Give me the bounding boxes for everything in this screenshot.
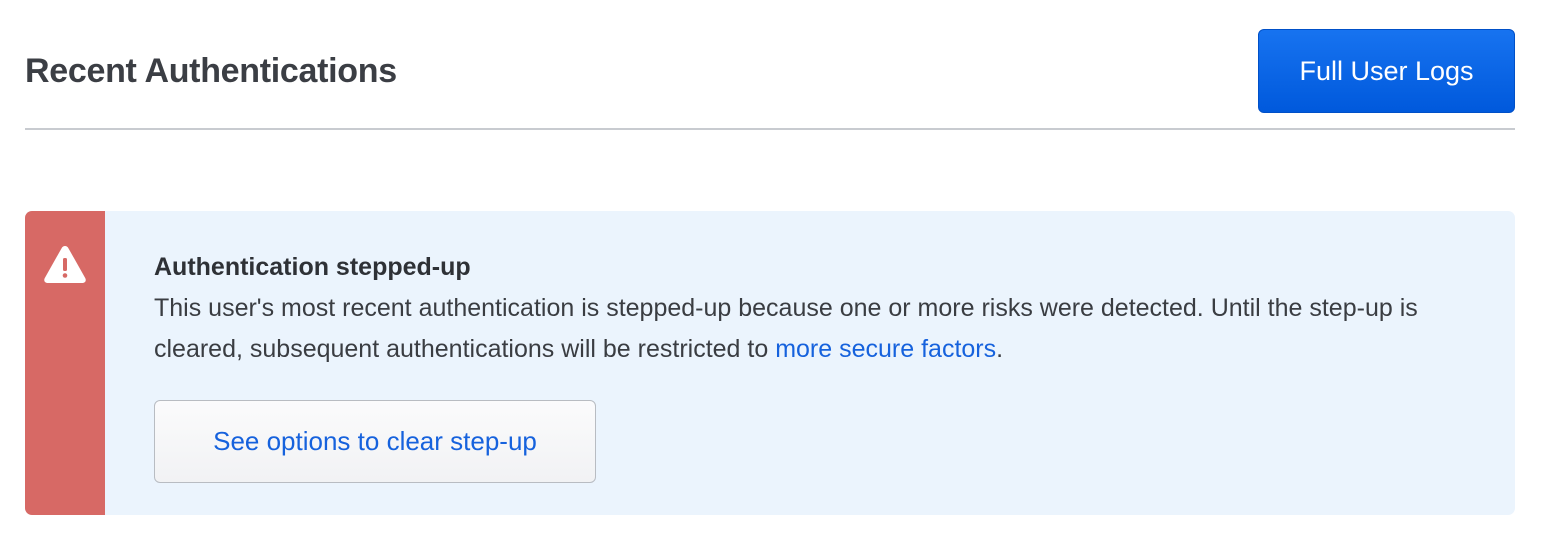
step-up-alert: Authentication stepped-up This user's mo… — [25, 211, 1515, 515]
section-header: Recent Authentications Full User Logs — [25, 29, 1515, 130]
clear-step-up-options-button[interactable]: See options to clear step-up — [154, 400, 596, 483]
warning-triangle-icon — [44, 246, 86, 283]
full-user-logs-button[interactable]: Full User Logs — [1258, 29, 1515, 113]
alert-title: Authentication stepped-up — [154, 253, 471, 281]
page-title: Recent Authentications — [25, 52, 397, 90]
alert-message-end: . — [996, 335, 1004, 363]
alert-stripe — [25, 211, 105, 515]
alert-body: Authentication stepped-up This user's mo… — [154, 249, 1499, 370]
page: Recent Authentications Full User Logs Au… — [0, 0, 1550, 554]
more-secure-factors-link[interactable]: more secure factors — [775, 335, 996, 363]
alert-message: This user's most recent authentication i… — [154, 288, 1499, 370]
